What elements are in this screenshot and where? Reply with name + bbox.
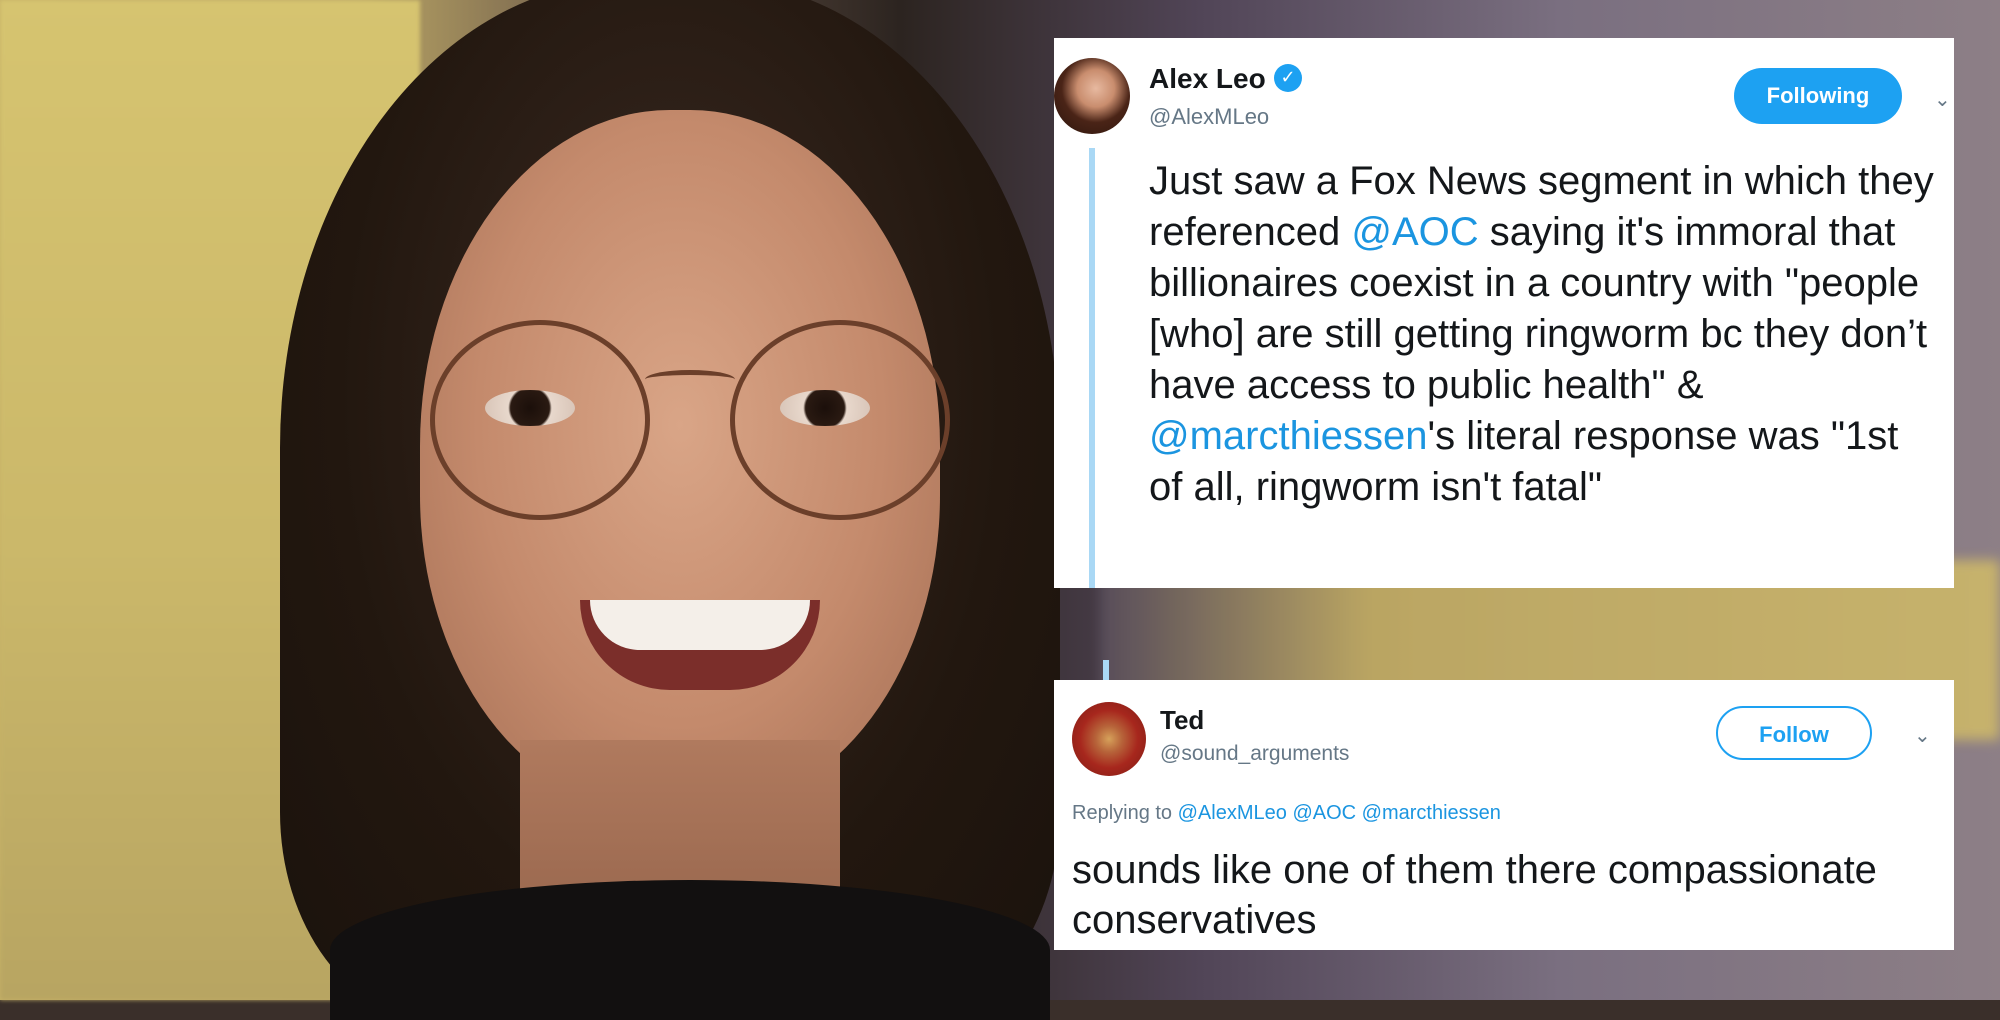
teeth bbox=[590, 600, 810, 650]
author-handle[interactable]: @AlexMLeo bbox=[1149, 104, 1269, 130]
author-handle[interactable]: @sound_arguments bbox=[1160, 742, 1349, 766]
eyeglasses bbox=[400, 320, 1000, 540]
follow-button[interactable]: Follow bbox=[1716, 706, 1872, 760]
person-shirt bbox=[330, 880, 1050, 1020]
mention-link[interactable]: @marcthiessen bbox=[1362, 802, 1501, 824]
tweet-text: Just saw a Fox News segment in which the… bbox=[1149, 156, 1939, 513]
verified-badge-icon: ✓ bbox=[1274, 64, 1302, 92]
following-button[interactable]: Following bbox=[1734, 68, 1902, 124]
glasses-bridge bbox=[645, 370, 735, 389]
reply-text: sounds like one of them there compassion… bbox=[1072, 848, 1877, 942]
avatar[interactable] bbox=[1072, 702, 1146, 776]
mention-link[interactable]: @AOC bbox=[1351, 210, 1478, 254]
chevron-down-icon[interactable]: ⌄ bbox=[1914, 725, 1932, 745]
author-name[interactable]: Alex Leo bbox=[1149, 63, 1266, 95]
thread-connector bbox=[1103, 660, 1109, 680]
replying-to-line: Replying to @AlexMLeo @AOC @marcthiessen bbox=[1072, 802, 1501, 825]
right-eye bbox=[780, 390, 870, 426]
mention-link[interactable]: @marcthiessen bbox=[1149, 414, 1427, 458]
replying-label: Replying to bbox=[1072, 802, 1173, 824]
thread-line bbox=[1089, 148, 1095, 588]
mention-link[interactable]: @AlexMLeo bbox=[1178, 802, 1287, 824]
chevron-down-icon[interactable]: ⌄ bbox=[1934, 89, 1952, 109]
avatar[interactable] bbox=[1054, 58, 1130, 134]
author-name[interactable]: Ted bbox=[1160, 705, 1204, 736]
reply-card: Ted @sound_arguments Follow ⌄ Replying t… bbox=[1054, 680, 1954, 950]
left-eye bbox=[485, 390, 575, 426]
tweet-card: Alex Leo ✓ @AlexMLeo Following ⌄ Just sa… bbox=[1054, 38, 1954, 588]
mention-link[interactable]: @AOC bbox=[1292, 802, 1356, 824]
